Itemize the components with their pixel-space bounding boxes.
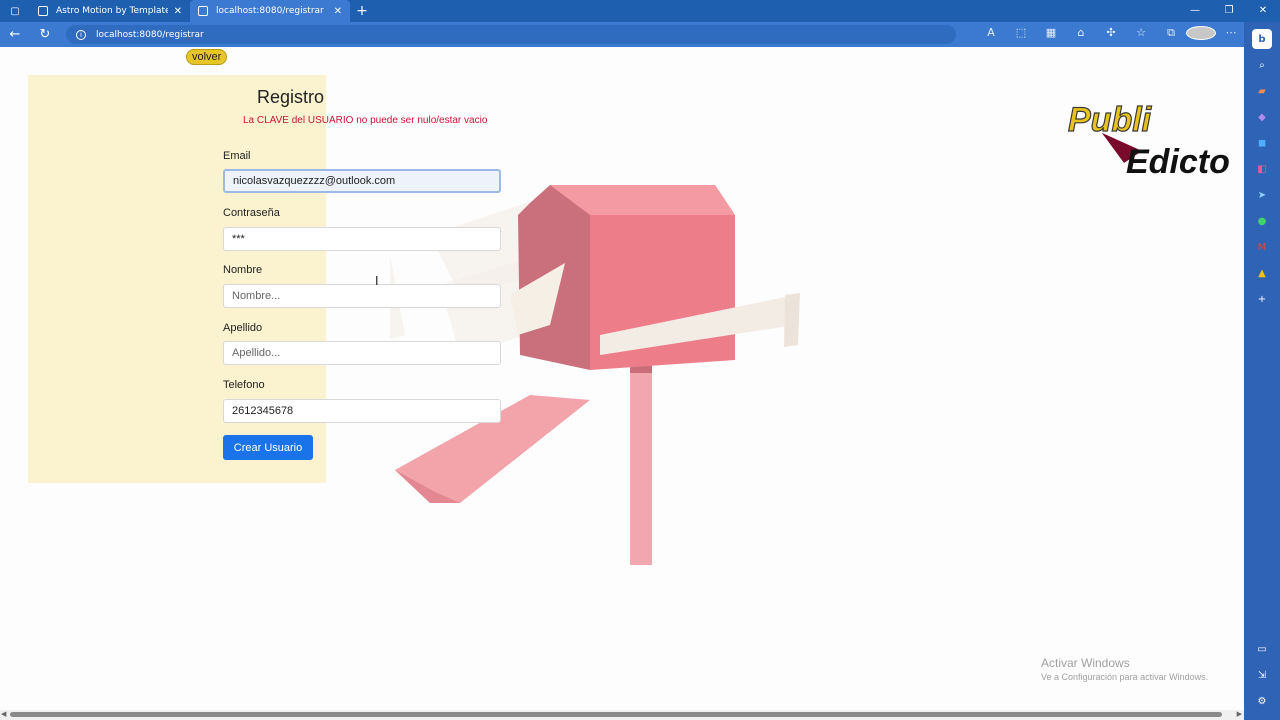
apellido-field[interactable] [223,341,501,365]
create-user-button[interactable]: Crear Usuario [223,435,313,460]
refresh-icon[interactable]: ↻ [30,27,60,42]
watermark-title: Activar Windows [1041,656,1130,670]
address-bar-row: ← ↻ i localhost:8080/registrar A ⬚ ▦ ⌂ ✣… [0,22,1280,47]
back-button[interactable]: volver [186,49,228,65]
telefono-label: Telefono [223,379,265,391]
shopping-bag-icon[interactable]: ▰ [1252,81,1272,101]
window-menu-icon[interactable]: ▢ [0,0,30,22]
windows-activation-watermark: Activar Windows Ve a Configuración para … [1041,656,1208,682]
back-arrow-icon[interactable]: ← [0,27,30,42]
tab-favicon-icon [198,6,208,16]
page-title: Registro [257,87,325,107]
outlook-icon[interactable]: ◼ [1252,133,1272,153]
browser-sidebar: b ⌕ ▰ ◆ ◼ ◧ ➤ ● M ▲ + ▭ ⇲ ⚙ [1244,22,1280,720]
horizontal-scrollbar[interactable]: ◀ ▶ [0,710,1244,720]
tab-favicon-icon [38,6,48,16]
send-icon[interactable]: ➤ [1252,185,1272,205]
telefono-field[interactable] [223,399,501,423]
email-field[interactable] [223,169,501,193]
password-field[interactable] [223,227,501,251]
scrollbar-thumb[interactable] [10,712,1222,717]
drive-icon[interactable]: ▲ [1252,263,1272,283]
extensions-puzzle-icon[interactable]: ✣ [1096,26,1126,43]
scroll-right-arrow-icon[interactable]: ▶ [1237,710,1242,718]
svg-text:Edicto: Edicto [1126,143,1230,177]
url-text: localhost:8080/registrar [96,29,204,40]
copilot-icon[interactable]: ◆ [1252,107,1272,127]
url-field[interactable]: i localhost:8080/registrar [66,25,956,44]
search-icon[interactable]: ⌕ [1252,55,1272,75]
office-icon[interactable]: ◧ [1252,159,1272,179]
profile-avatar[interactable] [1186,26,1216,43]
whatsapp-icon[interactable]: ● [1252,211,1272,231]
password-label: Contraseña [223,207,280,219]
svg-text:Publi: Publi [1068,101,1153,139]
apps-icon[interactable]: ▦ [1036,26,1066,43]
tab-registrar[interactable]: localhost:8080/registrar ✕ [190,0,350,22]
bing-icon[interactable]: b [1252,29,1272,49]
more-options-icon[interactable]: ⋯ [1216,26,1246,43]
close-window-icon[interactable]: ✕ [1246,0,1280,22]
page-viewport: Publi Edicto volver Registro La CLAVE de… [0,47,1244,710]
external-link-icon[interactable]: ⇲ [1252,665,1272,685]
tab-close-icon[interactable]: ✕ [334,6,342,17]
nombre-label: Nombre [223,264,263,276]
site-info-icon[interactable]: i [76,29,86,40]
watermark-subtitle: Ve a Configuración para activar Windows. [1041,672,1209,682]
add-sidebar-icon[interactable]: + [1252,289,1272,309]
text-cursor-icon: I [375,274,379,288]
browser-toolbar: A ⬚ ▦ ⌂ ✣ ☆ ⧉ ⋯ [976,26,1246,43]
email-label: Email [223,150,251,162]
read-aloud-icon[interactable]: A [976,26,1006,43]
browser-tab-bar: ▢ Astro Motion by TemplateMo ✕ localhost… [0,0,1280,22]
error-message: La CLAVE del USUARIO no puede ser nulo/e… [243,115,488,126]
tab-close-icon[interactable]: ✕ [174,6,182,17]
nombre-field[interactable] [223,284,501,308]
favorites-icon[interactable]: ☆ [1126,26,1156,43]
minimize-icon[interactable]: — [1178,0,1212,22]
publiedicto-logo: Publi Edicto [1067,100,1230,177]
tab-astro-motion[interactable]: Astro Motion by TemplateMo ✕ [30,0,190,22]
tab-label: localhost:8080/registrar [216,6,324,16]
shopping-icon[interactable]: ⌂ [1066,26,1096,43]
tab-label: Astro Motion by TemplateMo [56,6,168,16]
collections-icon[interactable]: ⧉ [1156,26,1186,43]
apellido-label: Apellido [223,322,263,334]
split-screen-icon[interactable]: ▭ [1252,639,1272,659]
new-tab-icon[interactable]: + [350,3,374,19]
restore-icon[interactable]: ❐ [1212,0,1246,22]
settings-gear-icon[interactable]: ⚙ [1252,691,1272,711]
extension-icon[interactable]: ⬚ [1006,26,1036,43]
scroll-left-arrow-icon[interactable]: ◀ [1,710,6,718]
gmail-icon[interactable]: M [1252,237,1272,257]
window-controls: — ❐ ✕ [1178,0,1280,22]
